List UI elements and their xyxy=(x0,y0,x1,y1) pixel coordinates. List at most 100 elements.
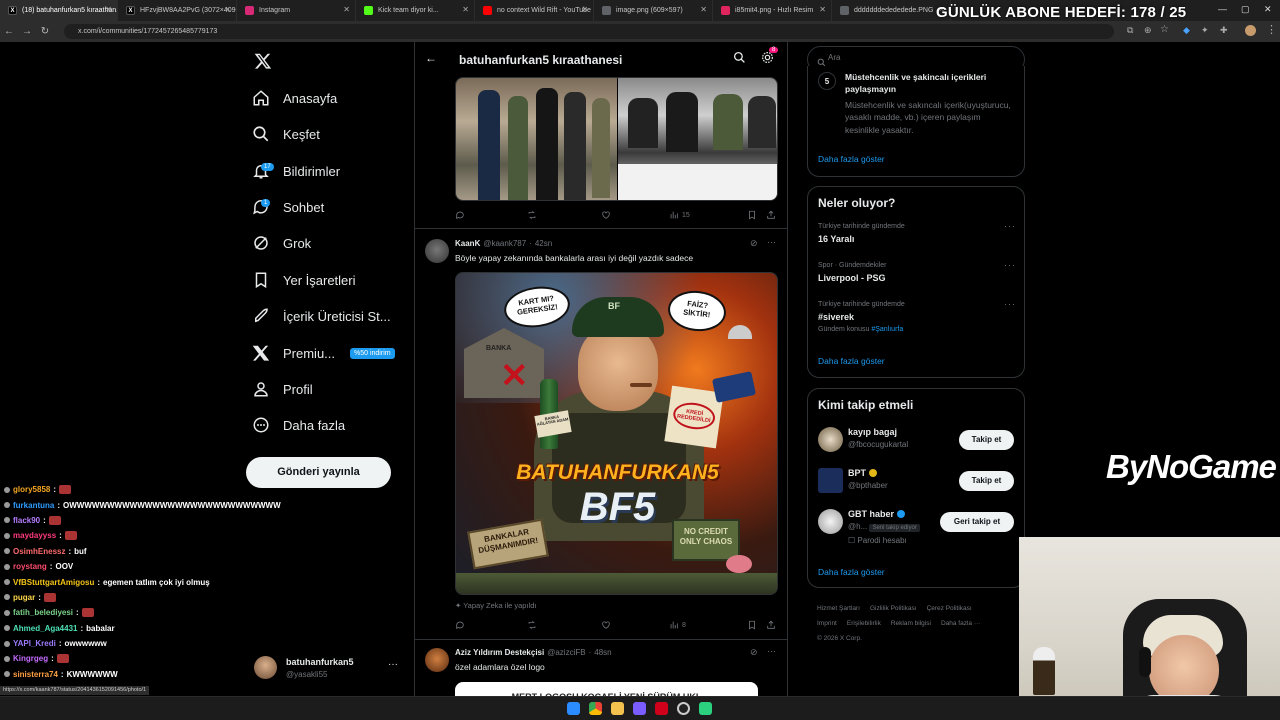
retweet-button[interactable] xyxy=(527,210,537,220)
chat-username[interactable]: YAPI_Kredi xyxy=(13,639,56,648)
tweet-author-name[interactable]: KaanK xyxy=(455,239,480,248)
tweet-author-handle[interactable]: @kaank787 xyxy=(483,239,526,248)
app-icon[interactable] xyxy=(655,702,668,715)
avatar[interactable] xyxy=(425,648,449,672)
grok-icon[interactable]: ⊘ xyxy=(750,238,758,249)
browser-tab[interactable]: dddddddedededede.PNG ✕ xyxy=(832,0,951,21)
reload-icon[interactable]: ↻ xyxy=(36,26,54,37)
browser-tab[interactable]: i85mit4.png - Hızlı Resim ✕ xyxy=(713,0,832,21)
grok-icon[interactable]: ⊘ xyxy=(750,647,758,658)
chrome-icon[interactable] xyxy=(589,702,602,715)
install-icon[interactable]: ⧉ xyxy=(1127,25,1133,36)
extension-icon[interactable]: ✦ xyxy=(1201,25,1209,36)
nav-item-sohbet[interactable]: 1 Sohbet xyxy=(252,193,324,221)
profile-avatar-icon[interactable] xyxy=(1245,25,1256,36)
like-button[interactable] xyxy=(601,210,611,220)
tweet-author-handle[interactable]: @azizciFB xyxy=(547,648,585,657)
search-icon[interactable] xyxy=(733,51,746,69)
tweet-time[interactable]: 42sn xyxy=(535,239,552,248)
browser-tab[interactable]: image.png (609×597) ✕ xyxy=(594,0,713,21)
follow-button[interactable]: Takip et xyxy=(959,471,1014,491)
extensions-puzzle-icon[interactable]: ✚ xyxy=(1220,25,1228,36)
chat-username[interactable]: sinisterra74 xyxy=(13,670,58,679)
back-icon[interactable]: ← xyxy=(0,26,18,37)
views-button[interactable]: 15 xyxy=(669,210,690,220)
avatar[interactable] xyxy=(425,239,449,263)
browser-tab[interactable]: X HFzvjBW8AA2PvG (3072×4096) ✕ xyxy=(118,0,237,21)
tweet-photo-left[interactable] xyxy=(456,78,617,200)
tab-close-icon[interactable]: ✕ xyxy=(700,5,707,14)
tab-close-icon[interactable]: ✕ xyxy=(224,5,231,14)
bookmark-button[interactable] xyxy=(747,620,757,630)
nav-item-yer-i-şaretleri[interactable]: Yer İşaretleri xyxy=(252,266,356,294)
reply-button[interactable] xyxy=(455,210,465,220)
footer-link[interactable]: Çerez Politikası xyxy=(927,605,972,612)
chat-username[interactable]: roystang xyxy=(13,562,47,571)
nav-item-keşfet[interactable]: Keşfet xyxy=(252,120,320,148)
bookmark-button[interactable] xyxy=(747,210,757,220)
trend-hashtag[interactable]: #Şanlıurfa xyxy=(871,326,903,333)
follow-suggestion[interactable]: kayıp bagaj @fbcocugukartal Takip et xyxy=(808,427,1024,463)
x-logo[interactable] xyxy=(254,52,272,70)
avatar[interactable] xyxy=(818,468,843,493)
show-more-link[interactable]: Daha fazla göster xyxy=(818,567,885,577)
browser-tab[interactable]: no context Wild Rift - YouTube ✕ xyxy=(475,0,594,21)
show-more-link[interactable]: Daha fazla göster xyxy=(818,356,885,366)
nav-item-anasayfa[interactable]: Anasayfa xyxy=(252,84,337,112)
avatar[interactable] xyxy=(818,427,843,452)
show-more-link[interactable]: Daha fazla göster xyxy=(818,154,885,164)
discord-icon[interactable] xyxy=(633,702,646,715)
like-button[interactable] xyxy=(601,620,611,630)
tab-close-icon[interactable]: ✕ xyxy=(581,5,588,14)
footer-link[interactable]: Gizlilik Politikası xyxy=(870,605,917,612)
views-button[interactable]: 8 xyxy=(669,620,686,630)
zoom-icon[interactable]: ⊕ xyxy=(1144,25,1152,36)
follow-suggestion[interactable]: GBT haber @h... Seni takip ediyor ☐ Parod… xyxy=(808,509,1024,545)
footer-link[interactable]: Reklam bilgisi xyxy=(891,620,931,627)
nav-item-daha-fazla[interactable]: Daha fazla xyxy=(252,411,345,439)
chat-username[interactable]: Kingrgeg xyxy=(13,654,48,663)
avatar[interactable] xyxy=(818,509,843,534)
trend-item[interactable]: Türkiye tarihinde gündemde #siverek Gündem… xyxy=(818,299,1016,333)
file-explorer-icon[interactable] xyxy=(611,702,624,715)
retweet-button[interactable] xyxy=(527,620,537,630)
footer-link[interactable]: Daha fazla ··· xyxy=(941,620,980,627)
settings-gear-icon[interactable] xyxy=(761,51,774,69)
browser-tab[interactable]: Instagram ✕ xyxy=(237,0,356,21)
nav-item-profil[interactable]: Profil xyxy=(252,375,313,403)
chat-username[interactable]: VfBStuttgartAmigosu xyxy=(13,578,94,587)
tab-close-icon[interactable]: ✕ xyxy=(819,5,826,14)
start-icon[interactable] xyxy=(567,702,580,715)
more-icon[interactable]: ··· xyxy=(1004,260,1016,270)
nav-item-bildirimler[interactable]: 17 Bildirimler xyxy=(252,157,340,185)
follow-suggestion[interactable]: BPT @bpthaber Takip et xyxy=(808,468,1024,504)
tweet-image-grid[interactable] xyxy=(455,77,778,201)
tweet-image[interactable]: BANKA ✕ BF KART MI? GEREKSİZ! FAİZ? SİKT… xyxy=(455,272,778,595)
tweet-photo-right[interactable] xyxy=(618,78,777,200)
forward-icon[interactable]: → xyxy=(18,26,36,37)
reply-button[interactable] xyxy=(455,620,465,630)
trend-item[interactable]: Spor · Gündemdekiler Liverpool - PSG ··· xyxy=(818,260,1016,283)
chat-username[interactable]: maydayyss xyxy=(13,531,56,540)
nav-item-premiu[interactable]: Premiu... %50 indirim xyxy=(252,339,395,367)
chat-username[interactable]: fatih_belediyesi xyxy=(13,608,73,617)
chat-username[interactable]: flack90 xyxy=(13,516,40,525)
browser-tab[interactable]: Kick team diyor ki... ✕ xyxy=(356,0,475,21)
browser-tab[interactable]: X (18) batuhanfurkan5 kıraathan... ✕ xyxy=(0,0,118,21)
chat-username[interactable]: glory5858 xyxy=(13,485,50,494)
tweet-image-peek[interactable]: MERT LOGOSU KOCAELİ YENİ SÜRÜM UKL xyxy=(455,682,758,696)
back-arrow-icon[interactable]: ← xyxy=(425,51,437,65)
nav-item-i-çerik-üreticisi-st[interactable]: İçerik Üreticisi St... xyxy=(252,302,391,330)
follow-button[interactable]: Takip et xyxy=(959,430,1014,450)
tweet-author-name[interactable]: Aziz Yıldırım Destekçisi xyxy=(455,648,544,657)
trend-item[interactable]: Türkiye tarihinde gündemde 16 Yaralı ··· xyxy=(818,221,1016,244)
close-window-icon[interactable]: ✕ xyxy=(1264,4,1272,15)
tab-close-icon[interactable]: ✕ xyxy=(462,5,469,14)
chat-username[interactable]: furkantuna xyxy=(13,501,54,510)
minimize-icon[interactable]: — xyxy=(1218,4,1227,14)
footer-link[interactable]: Erişilebilirlik xyxy=(847,620,881,627)
more-icon[interactable]: ··· xyxy=(767,237,776,247)
maximize-icon[interactable]: ▢ xyxy=(1241,4,1250,15)
tab-close-icon[interactable]: ✕ xyxy=(343,5,350,14)
chat-username[interactable]: Ahmed_Aga4431 xyxy=(13,624,77,633)
